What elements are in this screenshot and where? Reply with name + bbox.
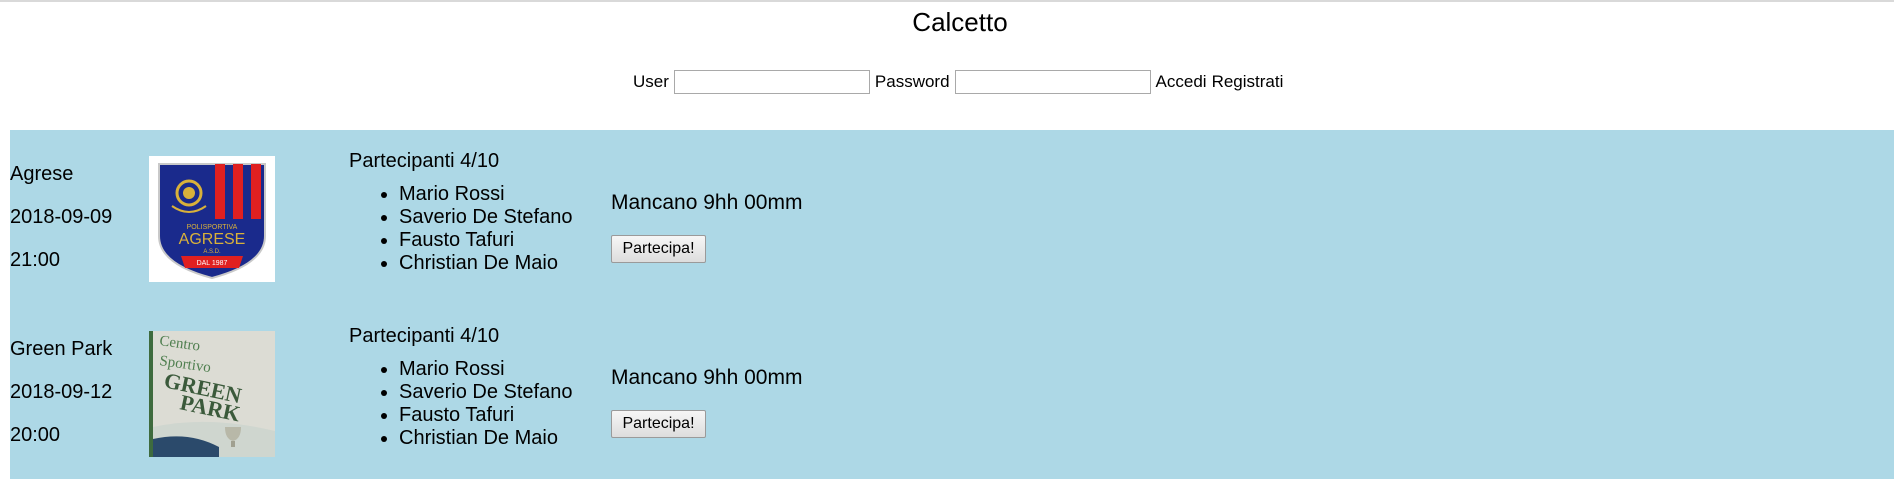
page-title: Calcetto: [912, 7, 1008, 37]
user-label: User: [633, 72, 669, 91]
password-input[interactable]: [954, 70, 1151, 94]
login-link[interactable]: Accedi: [1156, 72, 1207, 92]
participant-item: Fausto Tafuri: [399, 404, 572, 427]
join-button[interactable]: Partecipa!: [611, 410, 706, 438]
participants-list: Mario Rossi Saverio De Stefano Fausto Ta…: [349, 358, 572, 450]
password-label: Password: [874, 72, 950, 91]
participants-section: Partecipanti 4/10 Mario Rossi Saverio De…: [349, 150, 572, 275]
logo-text-main: AGRESE: [179, 231, 246, 248]
participant-item: Saverio De Stefano: [399, 381, 572, 404]
participant-item: Saverio De Stefano: [399, 206, 572, 229]
events-list: Agrese 2018-09-09 21:00 POLISPORTIVA AGR…: [10, 130, 1894, 479]
event-date: 2018-09-09: [10, 206, 113, 228]
agrese-logo: POLISPORTIVA AGRESE A.S.D. DAL 1987: [149, 156, 275, 282]
event-time: 21:00: [10, 249, 61, 271]
user-input[interactable]: [673, 70, 870, 94]
logo-text-sub: A.S.D.: [203, 249, 221, 255]
event-time: 20:00: [10, 424, 61, 446]
participants-list: Mario Rossi Saverio De Stefano Fausto Ta…: [349, 183, 572, 275]
participant-item: Fausto Tafuri: [399, 229, 572, 252]
join-button[interactable]: Partecipa!: [611, 235, 706, 263]
event-card: Agrese 2018-09-09 21:00 POLISPORTIVA AGR…: [10, 130, 1894, 290]
participant-item: Mario Rossi: [399, 358, 572, 381]
countdown-text: Mancano 9hh 00mm: [611, 191, 803, 214]
participant-item: Christian De Maio: [399, 427, 572, 450]
participants-count: Partecipanti 4/10: [349, 325, 500, 347]
participants-count: Partecipanti 4/10: [349, 150, 500, 172]
event-card: Green Park 2018-09-12 20:00 Centro Sport…: [10, 305, 1894, 465]
countdown-text: Mancano 9hh 00mm: [611, 366, 803, 389]
participants-section: Partecipanti 4/10 Mario Rossi Saverio De…: [349, 325, 572, 450]
green-park-logo: Centro Sportivo GREEN PARK: [149, 331, 275, 457]
event-date: 2018-09-12: [10, 381, 113, 403]
participant-item: Christian De Maio: [399, 252, 572, 275]
login-form: User Password Accedi Registrati: [633, 70, 1288, 94]
logo-text-top: POLISPORTIVA: [187, 224, 238, 231]
logo-text-ribbon: DAL 1987: [197, 260, 228, 267]
event-name: Green Park: [10, 338, 113, 360]
event-info: Green Park 2018-09-12 20:00: [10, 338, 112, 467]
event-name: Agrese: [10, 163, 74, 185]
event-info: Agrese 2018-09-09 21:00: [10, 163, 112, 292]
participant-item: Mario Rossi: [399, 183, 572, 206]
register-link[interactable]: Registrati: [1212, 72, 1284, 92]
